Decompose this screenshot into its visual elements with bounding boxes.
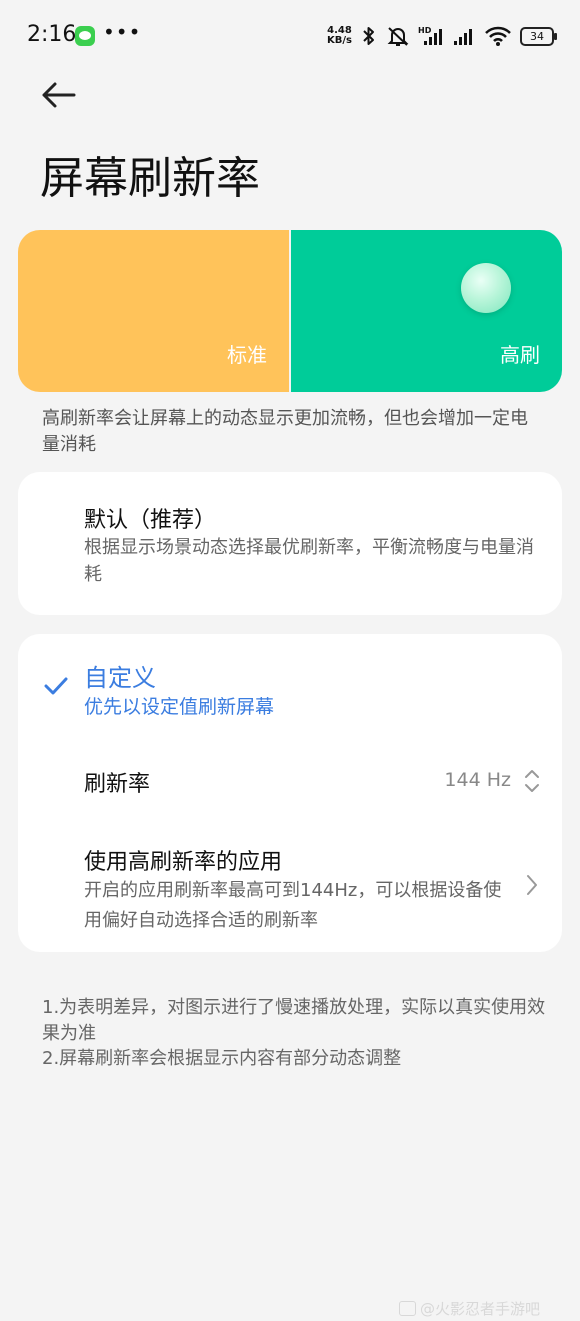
option-custom[interactable]: 自定义 优先以设定值刷新屏幕 (18, 634, 562, 724)
status-icons: 4.48 KB/s HD 34 (327, 22, 557, 50)
high-refresh-apps-title: 使用高刷新率的应用 (84, 850, 283, 875)
option-default-subtitle: 根据显示场景动态选择最优刷新率，平衡流畅度与电量消耗 (84, 537, 534, 585)
network-speed: 4.48 KB/s (327, 26, 352, 46)
check-icon (44, 677, 68, 695)
watermark: @火影忍者手游吧 (398, 1298, 540, 1319)
more-notifications-icon: ••• (103, 20, 142, 44)
battery-icon: 34 (520, 26, 557, 46)
refresh-rate-value: 144 Hz (444, 769, 511, 791)
custom-settings-card: 自定义 优先以设定值刷新屏幕 刷新率 144 Hz 使用高刷新率的应用 开启的应… (18, 634, 562, 952)
option-default-title: 默认（推荐） (84, 508, 217, 533)
signal-icon (454, 29, 472, 45)
refresh-rate-picker[interactable]: 刷新率 144 Hz (18, 746, 562, 812)
watermark-text: @火影忍者手游吧 (419, 1300, 540, 1318)
standard-mode-panel[interactable]: 标准 (18, 230, 289, 392)
watermark-icon (398, 1301, 416, 1316)
standard-mode-label: 标准 (227, 343, 267, 367)
high-refresh-apps-subtitle: 开启的应用刷新率最高可到144Hz，可以根据设备使用偏好自动选择合适的刷新率 (84, 880, 502, 931)
footnote-2: 2.屏幕刷新率会根据显示内容有部分动态调整 (42, 1048, 402, 1069)
up-down-chevron-icon (525, 770, 539, 792)
option-default[interactable]: 默认（推荐） 根据显示场景动态选择最优刷新率，平衡流畅度与电量消耗 (18, 472, 562, 615)
hd-signal-icon: HD (418, 26, 442, 45)
option-custom-title: 自定义 (84, 664, 156, 692)
animation-ball-icon (461, 263, 511, 313)
footnote-1: 1.为表明差异，对图示进行了慢速播放处理，实际以真实使用效果为准 (42, 997, 546, 1044)
mute-icon (387, 27, 409, 46)
page-title: 屏幕刷新率 (40, 153, 260, 204)
option-custom-subtitle: 优先以设定值刷新屏幕 (84, 696, 275, 718)
wifi-icon (485, 26, 511, 46)
refresh-mode-preview: 标准 高刷 (18, 230, 562, 392)
high-mode-panel[interactable]: 高刷 (291, 230, 562, 392)
chevron-right-icon (527, 875, 537, 895)
status-time: 2:16 (27, 22, 77, 47)
network-speed-unit: KB/s (327, 35, 352, 46)
status-bar: 2:16 ••• 4.48 KB/s HD 34 (0, 0, 580, 72)
refresh-rate-label: 刷新率 (84, 772, 151, 797)
svg-text:HD: HD (418, 26, 432, 35)
mode-description: 高刷新率会让屏幕上的动态显示更加流畅，但也会增加一定电量消耗 (42, 408, 528, 455)
back-button[interactable] (38, 78, 80, 112)
bluetooth-icon (363, 27, 374, 45)
message-app-icon (75, 26, 95, 46)
high-mode-label: 高刷 (500, 343, 540, 367)
high-refresh-apps-item[interactable]: 使用高刷新率的应用 开启的应用刷新率最高可到144Hz，可以根据设备使用偏好自动… (18, 834, 562, 944)
back-arrow-icon (42, 82, 76, 108)
